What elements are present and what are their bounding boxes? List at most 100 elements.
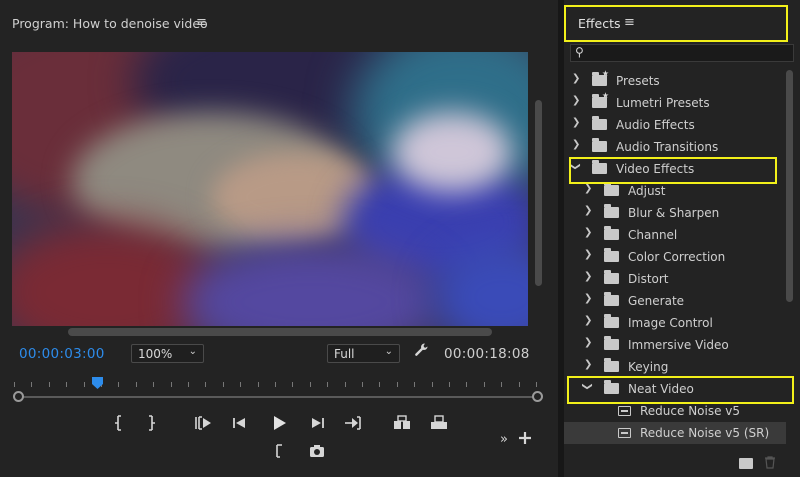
playback-resolution-select[interactable]: Full ⌄ [327,344,400,363]
video-preview [12,52,528,326]
folder-icon [604,204,619,218]
ruler-tick [31,382,33,387]
folder-icon [604,226,619,240]
preview-horizontal-scrollbar[interactable] [68,328,492,336]
tree-item-audio-effects[interactable]: ❯ Audio Effects [564,114,786,136]
tree-item-label: Audio Transitions [616,140,719,154]
ruler-tick [292,382,294,387]
ruler-tick [188,382,189,387]
program-monitor-panel: Program: How to denoise video ≡ 00:00:03… [0,0,558,477]
chevron-right-icon[interactable]: ❯ [584,227,592,238]
chevron-right-icon[interactable]: ❯ [584,315,592,326]
chevron-right-icon[interactable]: ❯ [584,337,592,348]
chevron-right-icon[interactable]: ❯ [572,139,580,150]
tree-item-image-control[interactable]: ❯ Image Control [564,312,786,334]
tree-item-presets[interactable]: ❯ ★ Presets [564,69,786,92]
folder-icon [592,116,607,130]
go-to-out-icon[interactable] [343,414,365,432]
more-icon[interactable]: » [493,431,515,449]
ruler-tick [118,382,120,387]
chevron-right-icon[interactable]: ❯ [572,117,580,128]
neat-video-highlight [567,376,794,404]
effect-icon [618,406,631,416]
tree-item-distort[interactable]: ❯ Distort [564,268,786,290]
settings-wrench-icon[interactable] [414,342,430,362]
chevron-right-icon[interactable]: ❯ [584,293,592,304]
tree-item-label: Immersive Video [628,338,729,352]
chevron-right-icon[interactable]: ❯ [572,95,580,106]
zoom-level-select[interactable]: 100% ⌄ [131,344,204,363]
add-button-icon[interactable] [514,429,536,447]
program-panel-title[interactable]: Program: How to denoise video [12,16,208,31]
scrub-start-handle[interactable] [13,391,24,402]
step-back-icon[interactable] [229,414,251,432]
ruler-tick [518,382,520,387]
tree-item-label: Image Control [628,316,713,330]
search-icon: ⚲ [575,45,584,59]
ruler-tick [14,382,15,387]
effects-panel-title[interactable]: Effects [578,16,621,31]
ruler-tick [466,382,468,387]
tree-item-label: Channel [628,228,678,242]
tree-item-blur-sharpen[interactable]: ❯ Blur & Sharpen [564,202,786,224]
mark-in-icon[interactable] [107,414,129,432]
folder-icon [604,292,619,306]
tree-item-channel[interactable]: ❯ Channel [564,224,786,246]
folder-icon [604,314,619,328]
tree-item-keying[interactable]: ❯ Keying [564,356,786,378]
ruler-tick [344,382,346,387]
chevron-right-icon[interactable]: ❯ [584,359,592,370]
ruler-tick [222,382,224,387]
export-frame-icon[interactable] [306,442,328,460]
chevron-down-icon: ⌄ [384,346,393,357]
ruler-tick [414,382,416,387]
tree-item-generate[interactable]: ❯ Generate [564,290,786,312]
preview-vertical-scrollbar[interactable] [535,100,542,286]
tree-item-audio-transitions[interactable]: ❯ Audio Transitions [564,136,786,158]
preset-folder-icon: ★ [592,69,609,86]
chevron-right-icon[interactable]: ❯ [584,183,592,194]
current-timecode[interactable]: 00:00:03:00 [19,346,105,362]
chevron-right-icon[interactable]: ❯ [572,73,580,84]
ruler-tick [309,382,311,387]
hamburger-icon[interactable]: ≡ [196,15,207,30]
zoom-level-value: 100% [138,347,173,361]
playhead-marker[interactable] [92,374,103,389]
chevron-right-icon[interactable]: ❯ [584,271,592,282]
folder-icon [604,270,619,284]
tree-item-reduce-noise-v5-sr[interactable]: Reduce Noise v5 (SR) [564,422,786,444]
insert-icon[interactable] [391,414,413,432]
folder-icon [592,138,607,152]
hamburger-icon[interactable]: ≡ [624,15,635,30]
scrub-end-handle[interactable] [532,391,543,402]
effects-vertical-scrollbar[interactable] [786,70,793,302]
tree-item-immersive-video[interactable]: ❯ Immersive Video [564,334,786,356]
tree-item-lumetri-presets[interactable]: ❯ ★ Lumetri Presets [564,91,786,114]
chevron-right-icon[interactable]: ❯ [584,249,592,260]
video-effects-highlight [569,157,777,184]
effects-panel: Effects ≡ ⚲ ❯ ★ Presets ❯ ★ Lumetri Pres… [564,0,800,477]
step-forward-icon[interactable] [306,414,328,432]
ruler-tick [396,382,398,387]
go-to-in-icon[interactable] [191,414,213,432]
ruler-tick [449,382,450,387]
chevron-right-icon[interactable]: ❯ [584,205,592,216]
trash-icon[interactable] [764,456,776,472]
overwrite-icon[interactable] [428,414,450,432]
duration-timecode: 00:00:18:08 [444,346,530,362]
mark-out-icon[interactable] [141,414,163,432]
folder-icon [604,182,619,196]
effects-search-input[interactable]: ⚲ [570,44,794,62]
ruler-tick [327,382,329,387]
play-icon[interactable] [268,414,290,432]
folder-icon [604,248,619,262]
tree-item-color-correction[interactable]: ❯ Color Correction [564,246,786,268]
ruler-tick [536,382,537,387]
new-bin-icon[interactable] [739,458,753,469]
ruler-tick [240,382,242,387]
ruler-tick [135,382,137,387]
tree-item-label: Reduce Noise v5 (SR) [640,426,770,440]
effect-icon [618,428,631,438]
lift-icon[interactable] [268,442,290,460]
scrub-bar[interactable] [20,396,538,398]
